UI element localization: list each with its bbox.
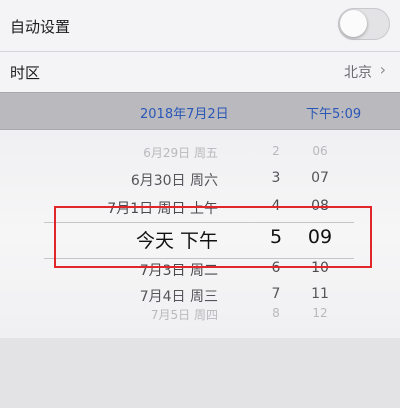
picker-row[interactable]: 6月29日 周五 2 06 bbox=[0, 144, 400, 168]
picker-date: 6月30日 周六 bbox=[130, 173, 218, 189]
red-highlight-box bbox=[54, 206, 372, 268]
timezone-row[interactable]: 时区 北京 › bbox=[0, 52, 400, 92]
picker-date: 6月29日 周五 bbox=[143, 146, 218, 160]
auto-set-row: 自动设置 bbox=[0, 0, 400, 52]
selected-date: 2018年7月2日 bbox=[140, 107, 229, 122]
picker-hour: 8 bbox=[272, 306, 280, 320]
picker-minute: 11 bbox=[311, 286, 329, 302]
selected-time: 下午5:09 bbox=[306, 107, 362, 122]
picker-minute: 12 bbox=[312, 306, 328, 320]
selected-datetime-bar[interactable]: 2018年7月2日 下午5:09 bbox=[0, 92, 400, 130]
picker-row[interactable]: 7月5日 周四 8 12 bbox=[0, 306, 400, 330]
bottom-blank-area bbox=[0, 338, 400, 408]
picker-minute: 06 bbox=[312, 144, 328, 158]
timezone-value: 北京 bbox=[344, 65, 372, 81]
auto-set-toggle[interactable] bbox=[338, 8, 390, 40]
toggle-knob bbox=[340, 10, 367, 37]
picker-minute: 07 bbox=[311, 170, 329, 186]
picker-hour: 3 bbox=[271, 170, 281, 186]
timezone-label: 时区 bbox=[10, 64, 41, 82]
picker-date: 7月5日 周四 bbox=[150, 308, 218, 322]
chevron-right-icon: › bbox=[379, 60, 386, 79]
picker-row[interactable]: 6月30日 周六 3 07 bbox=[0, 170, 400, 194]
auto-set-label: 自动设置 bbox=[10, 18, 71, 36]
picker-hour: 7 bbox=[271, 286, 281, 302]
picker-hour: 2 bbox=[272, 144, 280, 158]
picker-date: 7月4日 周三 bbox=[139, 289, 218, 305]
